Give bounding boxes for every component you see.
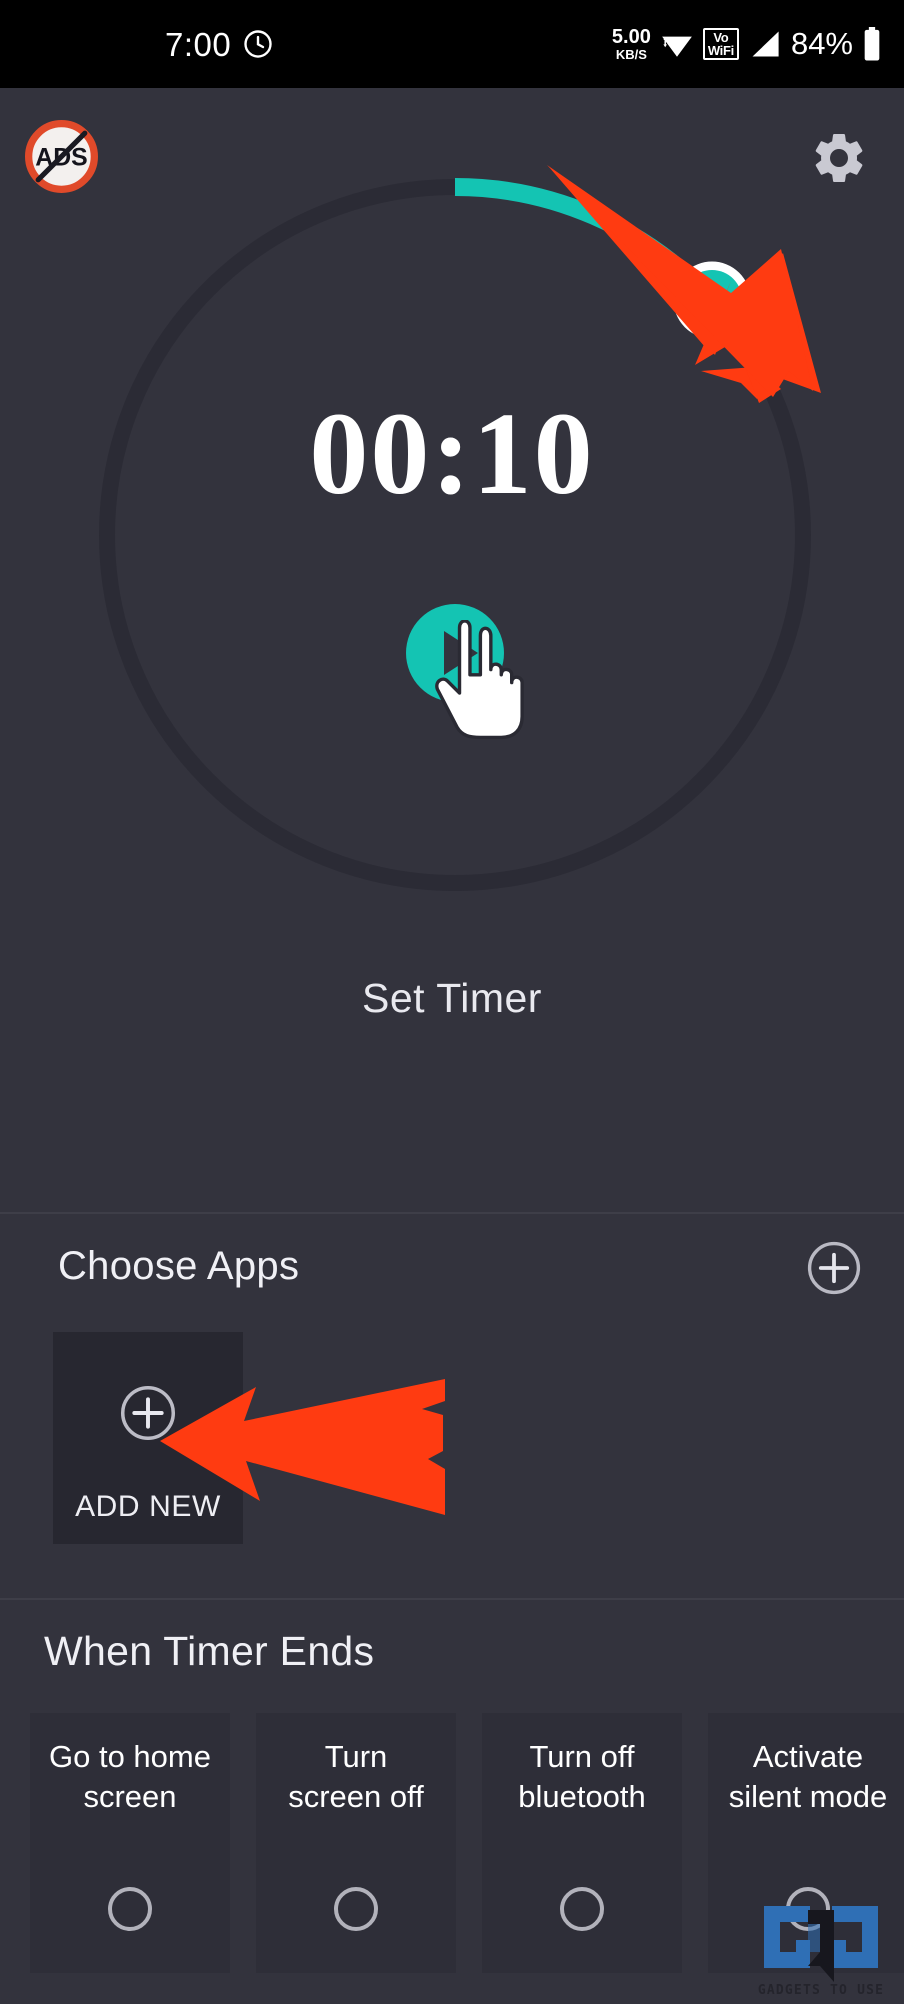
when-timer-ends-title: When Timer Ends bbox=[44, 1628, 375, 1674]
end-action-radio[interactable] bbox=[560, 1887, 604, 1931]
dial-progress-arc bbox=[454, 178, 716, 304]
add-app-button[interactable] bbox=[806, 1240, 862, 1296]
end-action-label: Turn off bluetooth bbox=[518, 1739, 646, 1814]
battery-full-icon bbox=[862, 27, 882, 61]
vowifi-line2: WiFi bbox=[707, 42, 734, 58]
end-action-card[interactable]: Turn screen off bbox=[256, 1713, 456, 1973]
gear-icon[interactable] bbox=[809, 128, 869, 188]
end-action-card[interactable]: Go to home screen bbox=[30, 1713, 230, 1973]
status-bar-left: 7:00 bbox=[165, 0, 273, 88]
timer-dial[interactable] bbox=[60, 140, 850, 930]
status-time: 7:00 bbox=[165, 25, 232, 63]
end-action-radio[interactable] bbox=[786, 1887, 830, 1931]
end-action-label: Activate silent mode bbox=[728, 1739, 888, 1814]
plus-circle-icon bbox=[119, 1384, 177, 1442]
vowifi-icon: Vo WiFi bbox=[702, 28, 739, 60]
no-ads-icon[interactable]: ADS bbox=[25, 120, 98, 193]
wifi-icon bbox=[660, 29, 694, 59]
app-screen: 7:00 5.00 KB/S Vo WiFi 84% 00:10 Set Tim… bbox=[0, 0, 904, 2004]
status-bar-right: 5.00 KB/S Vo WiFi 84% bbox=[612, 0, 882, 88]
choose-apps-title: Choose Apps bbox=[58, 1244, 300, 1288]
plus-circle-icon bbox=[807, 1241, 861, 1295]
set-timer-label: Set Timer bbox=[362, 975, 542, 1021]
end-action-list[interactable]: Go to home screen Turn screen off Turn o… bbox=[30, 1713, 904, 1973]
choose-apps-section: Choose Apps ADD NEW bbox=[0, 1214, 904, 1599]
dial-knob bbox=[682, 270, 742, 330]
end-action-radio[interactable] bbox=[334, 1887, 378, 1931]
add-new-label: ADD NEW bbox=[75, 1490, 221, 1523]
cellular-signal-icon bbox=[748, 29, 782, 59]
end-action-card[interactable]: Activate silent mode bbox=[708, 1713, 904, 1973]
timer-display: 00:10 bbox=[309, 388, 595, 519]
when-timer-ends-section: When Timer Ends Go to home screen Turn s… bbox=[0, 1600, 904, 2004]
network-speed-unit: KB/S bbox=[615, 47, 647, 62]
add-new-app-tile[interactable]: ADD NEW bbox=[53, 1332, 243, 1544]
end-action-radio[interactable] bbox=[108, 1887, 152, 1931]
network-speed-value: 5.00 bbox=[611, 26, 651, 48]
end-action-label: Turn screen off bbox=[288, 1739, 424, 1814]
play-button[interactable] bbox=[406, 604, 504, 702]
end-action-card[interactable]: Turn off bluetooth bbox=[482, 1713, 682, 1973]
clock-icon bbox=[243, 29, 273, 59]
network-speed-indicator: 5.00 KB/S bbox=[612, 27, 651, 61]
end-action-label: Go to home screen bbox=[49, 1739, 211, 1814]
battery-percent: 84% bbox=[790, 26, 853, 61]
play-icon bbox=[444, 631, 478, 675]
status-bar: 7:00 5.00 KB/S Vo WiFi 84% bbox=[0, 0, 904, 88]
